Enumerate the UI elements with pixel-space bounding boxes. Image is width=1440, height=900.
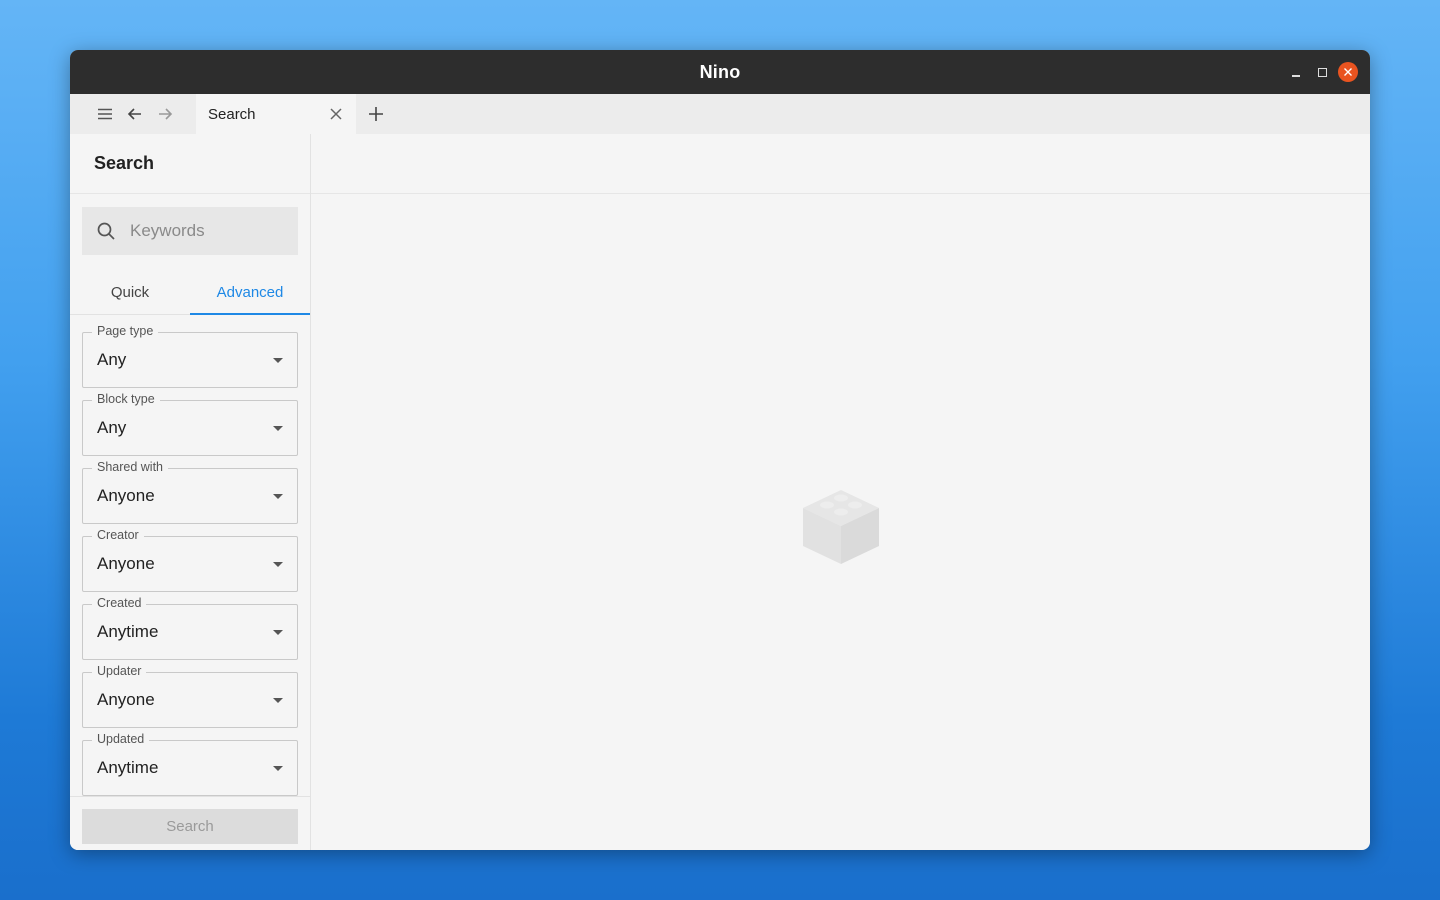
tab-bar: Search xyxy=(70,94,1370,134)
minimize-icon xyxy=(1292,75,1300,77)
tab-advanced[interactable]: Advanced xyxy=(190,271,310,315)
updater-select[interactable]: Updater Anyone xyxy=(82,664,298,728)
keywords-input[interactable] xyxy=(130,221,290,241)
field-label: Block type xyxy=(92,392,160,406)
tab-label: Search xyxy=(208,105,256,123)
field-value: Any xyxy=(97,418,127,437)
tab-search[interactable]: Search xyxy=(196,94,356,134)
title-bar: Nino xyxy=(70,50,1370,94)
field-value: Anyone xyxy=(97,486,155,505)
field-label: Page type xyxy=(92,324,159,338)
field-value: Anytime xyxy=(97,758,159,777)
field-label: Shared with xyxy=(92,460,169,474)
field-value: Anyone xyxy=(97,690,155,709)
maximize-icon xyxy=(1317,67,1327,77)
plus-icon xyxy=(369,107,383,121)
field-label: Created xyxy=(92,596,147,610)
field-value: Anyone xyxy=(97,554,155,573)
created-select[interactable]: Created Anytime xyxy=(82,596,298,660)
content-area: Search Quick Advanced Page type Any Bloc… xyxy=(70,134,1370,850)
field-label: Updated xyxy=(92,732,150,746)
caret-down-icon xyxy=(273,562,283,567)
sidebar-title: Search xyxy=(94,153,155,173)
close-window-button[interactable] xyxy=(1338,62,1358,82)
field-label: Creator xyxy=(92,528,144,542)
creator-select[interactable]: Creator Anyone xyxy=(82,528,298,592)
field-label: Updater xyxy=(92,664,147,678)
search-sidebar: Search Quick Advanced Page type Any Bloc… xyxy=(70,134,311,850)
field-value: Anytime xyxy=(97,622,159,641)
caret-down-icon xyxy=(273,426,283,431)
window-controls xyxy=(1286,62,1358,82)
block-type-select[interactable]: Block type Any xyxy=(82,392,298,456)
caret-down-icon xyxy=(273,630,283,635)
window-title: Nino xyxy=(699,61,741,82)
arrow-right-icon xyxy=(159,108,173,120)
shared-with-select[interactable]: Shared with Anyone xyxy=(82,460,298,524)
app-window: Nino Search Search Keywords Quick Advanc… xyxy=(70,50,1370,850)
arrow-left-icon xyxy=(127,108,141,120)
menu-button[interactable] xyxy=(90,94,120,134)
minimize-button[interactable] xyxy=(1286,62,1306,82)
back-button[interactable] xyxy=(120,94,150,134)
caret-down-icon xyxy=(273,766,283,771)
page-type-select[interactable]: Page type Any xyxy=(82,324,298,388)
caret-down-icon xyxy=(273,698,283,703)
field-value: Any xyxy=(97,350,127,369)
search-footer: Search xyxy=(70,796,310,850)
maximize-button[interactable] xyxy=(1312,62,1332,82)
forward-button[interactable] xyxy=(150,94,180,134)
tab-quick[interactable]: Quick xyxy=(70,271,190,314)
hamburger-icon xyxy=(98,108,112,120)
keyword-search-box[interactable] xyxy=(82,207,298,255)
caret-down-icon xyxy=(273,494,283,499)
caret-down-icon xyxy=(273,358,283,363)
search-mode-tabs: Quick Advanced xyxy=(70,271,310,315)
new-tab-button[interactable] xyxy=(363,102,389,126)
updated-select[interactable]: Updated Anytime xyxy=(82,732,298,796)
close-icon xyxy=(1344,68,1352,76)
brick-icon xyxy=(803,490,879,564)
search-icon xyxy=(97,222,115,240)
search-button[interactable]: Search xyxy=(82,809,298,844)
sidebar-header: Search xyxy=(70,134,310,194)
results-panel xyxy=(311,134,1370,850)
tab-close-icon[interactable] xyxy=(328,106,344,122)
advanced-filters: Page type Any Block type Any Shared with… xyxy=(82,324,298,808)
results-header xyxy=(311,134,1370,194)
